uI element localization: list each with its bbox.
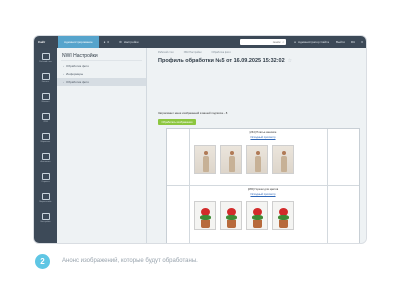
block-link[interactable]: Исходный просмотр: [167, 136, 359, 139]
desktop-icon: [41, 53, 50, 60]
settings-label: Настройки: [123, 40, 139, 44]
sidebar-item-marketing[interactable]: Маркетинг: [34, 128, 57, 148]
site-brand[interactable]: Сайт: [34, 40, 58, 44]
block-title: [265] Горшки для цветов: [247, 188, 279, 191]
dress-image: [229, 151, 235, 172]
sidebar-item-label: Магазин: [41, 101, 50, 103]
intro-text: Затрагивает меня изображений в вашей под…: [158, 111, 228, 115]
tree-item-photo-processing[interactable]: › Обработка фото: [57, 62, 146, 70]
step-number-badge: 2: [35, 254, 50, 269]
settings-panel: NWI Настройки › Обработка фото › Информе…: [57, 48, 147, 243]
product-image[interactable]: [194, 145, 216, 174]
breadcrumb-item[interactable]: NWI Настройки: [184, 51, 202, 56]
settings-button[interactable]: ⚙ Настройки: [114, 40, 143, 44]
product-image[interactable]: [246, 201, 268, 230]
sidebar-item-content[interactable]: Контент: [34, 68, 57, 88]
content-icon: [41, 73, 50, 80]
main-sidebar: Рабочий стол Контент Магазин CRM Маркети…: [34, 48, 57, 243]
user-name: Администратор Сайта: [297, 40, 329, 44]
divider: [167, 185, 359, 186]
bell-icon: ●: [103, 40, 106, 44]
dress-image: [203, 151, 209, 172]
product-image[interactable]: [272, 201, 294, 230]
tree-item-label: Информеры: [66, 72, 84, 76]
market-icon: [41, 193, 50, 200]
crm-icon: [41, 113, 50, 120]
services-icon: [41, 173, 50, 180]
app-window: Сайт Администрирование ● 0 ⚙ Настройки п…: [33, 35, 367, 244]
notifications-button[interactable]: ● 0: [99, 40, 114, 44]
chevron-right-icon: ›: [63, 72, 64, 76]
sidebar-item-services[interactable]: Сервисы: [34, 168, 57, 188]
search-input[interactable]: поиск ⌕: [240, 39, 287, 45]
gear-icon: ⚙: [119, 40, 122, 44]
search-icon: ⌕: [282, 40, 285, 44]
tree-item-informers[interactable]: › Информеры: [57, 70, 146, 78]
analytics-icon: [41, 153, 50, 160]
sidebar-item-label: Рабочий стол: [39, 61, 52, 63]
images-table: [264] Платье женское Исходный просмотр […: [166, 128, 360, 243]
sidebar-item-store[interactable]: Магазин: [34, 88, 57, 108]
dress-image: [255, 151, 261, 172]
sidebar-item-label: Аналитика: [40, 161, 51, 163]
block-title: [264] Платье женское: [249, 131, 277, 134]
breadcrumb-item[interactable]: Рабочий стол: [158, 51, 174, 56]
chevron-right-icon: ›: [63, 80, 64, 84]
product-image[interactable]: [272, 145, 294, 174]
store-icon: [41, 93, 50, 100]
product-image[interactable]: [220, 201, 242, 230]
sidebar-item-label: CRM: [43, 121, 48, 123]
user-menu[interactable]: ● Администратор Сайта: [290, 40, 333, 44]
exit-button[interactable]: Выйти: [333, 40, 348, 44]
chevron-right-icon: ›: [63, 64, 64, 68]
settings-icon: [41, 213, 50, 220]
step-caption: Анонс изображений, которые будут обработ…: [62, 258, 198, 264]
tree-item-photo-processing-selected[interactable]: › Обработка фото: [57, 78, 146, 86]
panel-title: NWI Настройки: [62, 53, 98, 59]
sidebar-item-crm[interactable]: CRM: [34, 108, 57, 128]
page-title: Профиль обработки №5 от 16.09.2025 15:32…: [147, 56, 366, 65]
sidebar-item-settings[interactable]: Настройки: [34, 208, 57, 228]
product-image[interactable]: [220, 145, 242, 174]
breadcrumb-item[interactable]: Обработка фото: [212, 51, 231, 56]
marketing-icon: [41, 133, 50, 140]
search-placeholder: поиск: [272, 40, 281, 44]
sidebar-item-label: Сервисы: [41, 181, 50, 183]
top-bar: Сайт Администрирование ● 0 ⚙ Настройки п…: [34, 36, 366, 48]
sidebar-item-label: Маркетплейс: [39, 201, 52, 203]
menu-icon[interactable]: ≡: [358, 40, 366, 44]
main-content: Рабочий стол NWI Настройки Обработка фот…: [147, 48, 366, 243]
sidebar-item-analytics[interactable]: Аналитика: [34, 148, 57, 168]
sidebar-item-label: Контент: [41, 81, 50, 83]
block-link[interactable]: Исходный просмотр: [167, 193, 359, 196]
divider: [189, 129, 190, 243]
star-icon[interactable]: ☆: [288, 58, 292, 64]
sidebar-item-label: Маркетинг: [40, 141, 51, 143]
language-switch[interactable]: RU: [348, 40, 358, 44]
divider: [327, 129, 328, 243]
dress-image: [281, 151, 287, 172]
sidebar-item-market[interactable]: Маркетплейс: [34, 188, 57, 208]
tree-item-label: Обработка фото: [66, 80, 90, 84]
sidebar-item-label: Настройки: [40, 221, 51, 223]
product-image[interactable]: [246, 145, 268, 174]
breadcrumb: Рабочий стол NWI Настройки Обработка фот…: [147, 48, 366, 56]
notifications-count: 0: [107, 40, 110, 44]
product-image[interactable]: [194, 201, 216, 230]
tree-item-label: Обработка фото: [66, 64, 90, 68]
sidebar-item-desktop[interactable]: Рабочий стол: [34, 48, 57, 68]
tab-administration[interactable]: Администрирование: [58, 36, 99, 48]
process-images-button[interactable]: Обработать изображения: [158, 119, 196, 125]
page-title-text: Профиль обработки №5 от 16.09.2025 15:32…: [158, 57, 285, 64]
user-icon: ●: [294, 40, 296, 44]
